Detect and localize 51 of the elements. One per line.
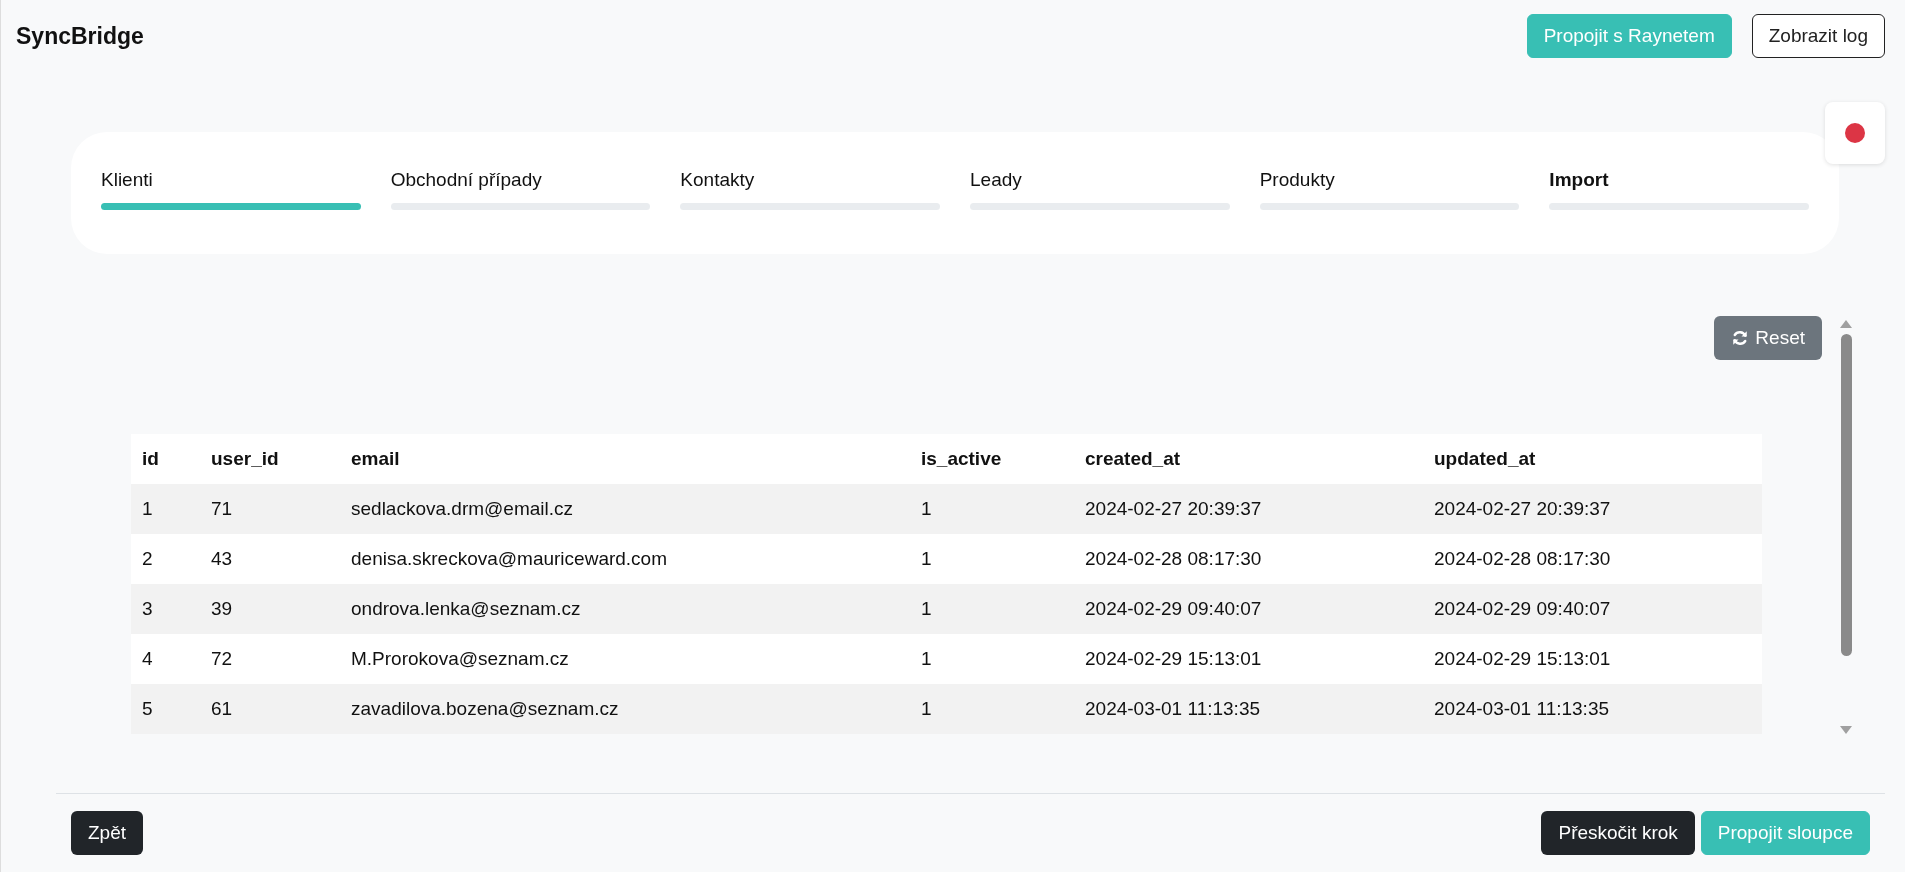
column-header: updated_at xyxy=(1423,434,1762,484)
table-cell: 2024-03-01 11:13:35 xyxy=(1423,684,1762,734)
step-tab[interactable]: Produkty xyxy=(1259,168,1520,210)
scroll-up-arrow-icon[interactable] xyxy=(1840,320,1852,328)
table-cell: 43 xyxy=(200,534,340,584)
table-cell: 2024-02-28 08:17:30 xyxy=(1423,534,1762,584)
step-tab[interactable]: Klienti xyxy=(101,168,361,210)
table-cell: 1 xyxy=(910,634,1074,684)
header-button[interactable]: Zobrazit log xyxy=(1751,14,1885,58)
column-header: is_active xyxy=(910,434,1074,484)
table-cell: denisa.skreckova@mauriceward.com xyxy=(340,534,910,584)
table-cell: 5 xyxy=(131,684,200,734)
table-cell: 4 xyxy=(131,634,200,684)
status-dot-icon xyxy=(1845,123,1865,143)
table-cell: 2024-02-29 15:13:01 xyxy=(1074,634,1423,684)
refresh-icon xyxy=(1731,329,1750,347)
app-title: SyncBridge xyxy=(16,22,144,50)
table-cell: 1 xyxy=(131,484,200,534)
table-cell: 2024-03-01 11:13:35 xyxy=(1074,684,1423,734)
table-cell: 2024-02-27 20:39:37 xyxy=(1423,484,1762,534)
table-cell: 1 xyxy=(910,484,1074,534)
table-cell: 2024-02-29 15:13:01 xyxy=(1423,634,1762,684)
reset-button[interactable]: Reset xyxy=(1714,316,1822,360)
table-cell: 61 xyxy=(200,684,340,734)
table-cell: 1 xyxy=(910,684,1074,734)
column-header: created_at xyxy=(1074,434,1423,484)
table-cell: 2 xyxy=(131,534,200,584)
table-cell: 2024-02-29 09:40:07 xyxy=(1423,584,1762,634)
step-tab[interactable]: Kontakty xyxy=(680,168,940,210)
back-button[interactable]: Zpět xyxy=(71,811,144,855)
footer-button[interactable]: Přeskočit krok xyxy=(1541,811,1695,855)
table-cell: 1 xyxy=(910,584,1074,634)
column-header: id xyxy=(131,434,200,484)
table-cell: M.Prorokova@seznam.cz xyxy=(340,634,910,684)
table-cell: 71 xyxy=(200,484,340,534)
table-cell: 72 xyxy=(200,634,340,684)
table-cell: 2024-02-27 20:39:37 xyxy=(1074,484,1423,534)
step-tab[interactable]: Import xyxy=(1549,168,1810,210)
table-cell: zavadilova.bozena@seznam.cz xyxy=(340,684,910,734)
table-cell: 39 xyxy=(200,584,340,634)
column-header: email xyxy=(340,434,910,484)
scroll-down-arrow-icon[interactable] xyxy=(1840,726,1852,734)
table-cell: ondrova.lenka@seznam.cz xyxy=(340,584,910,634)
table-cell: 1 xyxy=(910,534,1074,584)
table-cell: sedlackova.drm@email.cz xyxy=(340,484,910,534)
table-cell: 3 xyxy=(131,584,200,634)
step-tab[interactable]: Obchodní případy xyxy=(390,168,651,210)
step-tab[interactable]: Leady xyxy=(970,168,1230,210)
table-cell: 2024-02-28 08:17:30 xyxy=(1074,534,1423,584)
table-cell: 2024-02-29 09:40:07 xyxy=(1074,584,1423,634)
column-header: user_id xyxy=(200,434,340,484)
